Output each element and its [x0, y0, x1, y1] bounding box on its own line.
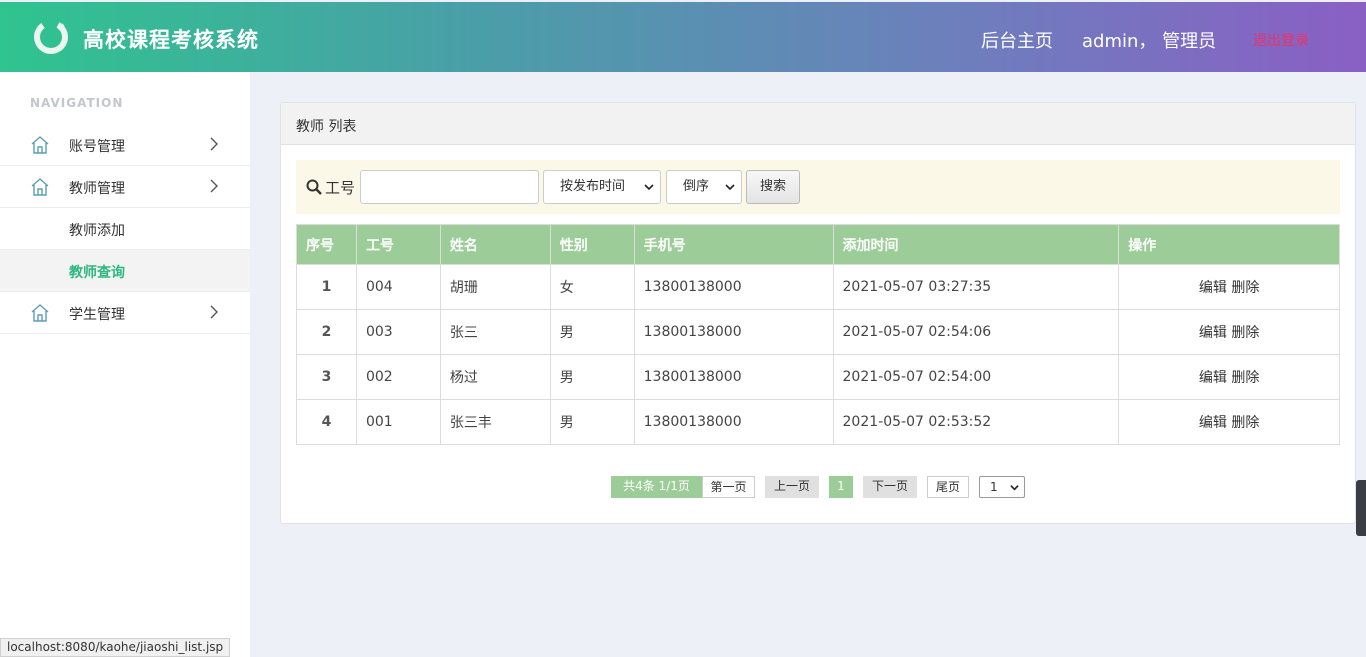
user-label: admin， 管理员	[1082, 31, 1217, 52]
column-header: 性别	[549, 224, 635, 265]
logo-icon	[34, 20, 68, 54]
chevron-right-icon	[210, 137, 218, 151]
chevron-right-icon	[210, 179, 218, 193]
sidebar-menu: 账号管理 教师管理 教师添加 教师查询 学生管理	[0, 124, 250, 334]
table-row: 1 004 胡珊 女 13800138000 2021-05-07 03:27:…	[296, 264, 1340, 310]
panel-title: 教师 列表	[281, 103, 1355, 145]
teacher-gender: 男	[549, 399, 635, 445]
edit-link[interactable]: 编辑	[1199, 325, 1227, 341]
home-icon	[31, 304, 49, 322]
teacher-list-panel: 教师 列表 工号 按发布时间 倒序 搜索 序号 工号 姓名 性别 手机号 添加时…	[280, 102, 1356, 524]
logout-link[interactable]: 退出登录	[1253, 30, 1309, 50]
current-page-button[interactable]: 1	[829, 476, 853, 498]
column-header: 手机号	[633, 224, 834, 265]
home-icon	[31, 178, 49, 196]
last-page-button[interactable]: 尾页	[927, 476, 969, 498]
search-button[interactable]: 搜索	[746, 170, 800, 204]
teacher-id-input[interactable]	[360, 170, 539, 204]
teacher-name: 胡珊	[439, 264, 551, 310]
row-index: 3	[296, 354, 357, 400]
prev-page-button[interactable]: 上一页	[765, 476, 819, 498]
column-header: 姓名	[439, 224, 551, 265]
delete-link[interactable]: 删除	[1231, 280, 1259, 296]
edit-link[interactable]: 编辑	[1199, 280, 1227, 296]
chevron-down-icon	[644, 184, 654, 191]
teacher-id: 003	[355, 309, 441, 355]
sidebar-item-account[interactable]: 账号管理	[0, 124, 250, 166]
page-select[interactable]: 1	[979, 476, 1025, 498]
search-bar: 工号 按发布时间 倒序 搜索	[296, 160, 1340, 214]
table-row: 2 003 张三 男 13800138000 2021-05-07 02:54:…	[296, 309, 1340, 355]
sidebar-item-label: 教师管理	[69, 181, 125, 197]
added-time: 2021-05-07 03:27:35	[832, 264, 1120, 310]
sidebar-subitem-teacher-add[interactable]: 教师添加	[0, 208, 250, 250]
edit-link[interactable]: 编辑	[1199, 370, 1227, 386]
delete-link[interactable]: 删除	[1231, 370, 1259, 386]
app-title: 高校课程考核系统	[83, 28, 259, 52]
chevron-right-icon	[210, 305, 218, 319]
row-index: 1	[296, 264, 357, 310]
delete-link[interactable]: 删除	[1231, 325, 1259, 341]
added-time: 2021-05-07 02:54:06	[832, 309, 1120, 355]
side-scroll-handle[interactable]	[1356, 480, 1366, 536]
row-index: 4	[296, 399, 357, 445]
browser-status-bar: localhost:8080/kaohe/jiaoshi_list.jsp	[0, 638, 231, 657]
sidebar-item-label: 账号管理	[69, 139, 125, 155]
teacher-id: 001	[355, 399, 441, 445]
teacher-gender: 女	[549, 264, 635, 310]
edit-link[interactable]: 编辑	[1199, 415, 1227, 431]
teacher-id: 004	[355, 264, 441, 310]
delete-link[interactable]: 删除	[1231, 415, 1259, 431]
sidebar-item-label: 学生管理	[69, 307, 125, 323]
column-header: 操作	[1118, 224, 1340, 265]
column-header: 添加时间	[832, 224, 1120, 265]
sort-order-value: 倒序	[683, 179, 710, 194]
home-icon	[31, 136, 49, 154]
top-header: 高校课程考核系统 后台主页 admin， 管理员 退出登录	[0, 2, 1366, 72]
teacher-name: 张三丰	[439, 399, 551, 445]
sidebar-item-label: 教师查询	[69, 265, 125, 281]
sidebar: NAVIGATION 账号管理 教师管理 教师添加 教师查询 学生管理	[0, 72, 250, 657]
sort-field-value: 按发布时间	[560, 179, 626, 194]
table-row: 4 001 张三丰 男 13800138000 2021-05-07 02:53…	[296, 399, 1340, 445]
chevron-down-icon	[1010, 485, 1019, 491]
pagination-info: 共4条 1/1页	[611, 476, 702, 498]
home-link[interactable]: 后台主页	[981, 27, 1053, 53]
sort-field-select[interactable]: 按发布时间	[543, 170, 661, 204]
teacher-gender: 男	[549, 354, 635, 400]
table-header-row: 序号 工号 姓名 性别 手机号 添加时间 操作	[296, 224, 1340, 265]
sidebar-item-label: 教师添加	[69, 223, 125, 239]
first-page-button[interactable]: 第一页	[702, 476, 755, 498]
next-page-button[interactable]: 下一页	[863, 476, 917, 498]
search-label: 工号	[325, 179, 356, 197]
added-time: 2021-05-07 02:53:52	[832, 399, 1120, 445]
teacher-name: 杨过	[439, 354, 551, 400]
teacher-phone: 13800138000	[633, 354, 834, 400]
teacher-table: 序号 工号 姓名 性别 手机号 添加时间 操作 1 004 胡珊 女 13800…	[296, 224, 1340, 445]
teacher-phone: 13800138000	[633, 264, 834, 310]
sidebar-item-student[interactable]: 学生管理	[0, 292, 250, 334]
search-icon	[306, 179, 322, 195]
column-header: 工号	[355, 224, 441, 265]
teacher-phone: 13800138000	[633, 309, 834, 355]
row-actions: 编辑 删除	[1118, 309, 1340, 355]
teacher-name: 张三	[439, 309, 551, 355]
column-header: 序号	[296, 224, 357, 265]
teacher-phone: 13800138000	[633, 399, 834, 445]
row-actions: 编辑 删除	[1118, 399, 1340, 445]
row-actions: 编辑 删除	[1118, 264, 1340, 310]
sidebar-item-teacher[interactable]: 教师管理	[0, 166, 250, 208]
row-index: 2	[296, 309, 357, 355]
table-row: 3 002 杨过 男 13800138000 2021-05-07 02:54:…	[296, 354, 1340, 400]
chevron-down-icon	[725, 184, 735, 191]
sidebar-subitem-teacher-query[interactable]: 教师查询	[0, 250, 250, 292]
added-time: 2021-05-07 02:54:00	[832, 354, 1120, 400]
row-actions: 编辑 删除	[1118, 354, 1340, 400]
nav-title: NAVIGATION	[30, 96, 124, 110]
teacher-gender: 男	[549, 309, 635, 355]
sort-order-select[interactable]: 倒序	[666, 170, 742, 204]
teacher-id: 002	[355, 354, 441, 400]
page-select-value: 1	[990, 480, 998, 494]
